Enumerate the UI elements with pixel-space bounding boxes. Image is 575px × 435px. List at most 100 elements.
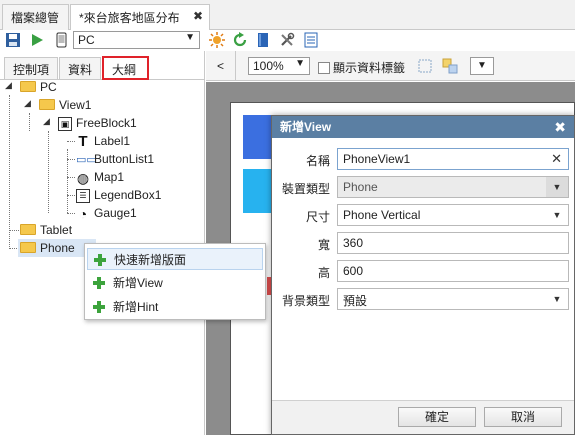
tree-node-freeblock1[interactable]: ▣ FreeBlock1 <box>58 114 137 132</box>
tools-icon[interactable] <box>279 32 295 48</box>
width-input[interactable]: 360 <box>337 232 569 254</box>
tree-node-label: PC <box>40 80 57 94</box>
tree-node-label: LegendBox1 <box>94 188 162 202</box>
plus-icon <box>94 254 106 266</box>
height-value: 600 <box>343 264 364 278</box>
chevron-left-icon: < <box>216 59 224 73</box>
document-tab-bar: 檔案總管 *來台旅客地區分布 ✖ <box>0 0 575 31</box>
height-input[interactable]: 600 <box>337 260 569 282</box>
tree-node-pc[interactable]: PC <box>20 78 57 96</box>
close-icon[interactable]: ✖ <box>554 116 566 138</box>
clear-icon[interactable]: ✕ <box>551 151 562 167</box>
plus-icon <box>93 277 105 289</box>
tree-node-map1[interactable]: ◍ Map1 <box>76 168 124 186</box>
device-select[interactable]: PC ▼ <box>73 31 200 49</box>
tree-node-tablet[interactable]: Tablet <box>20 221 72 239</box>
tab-visitor-map[interactable]: *來台旅客地區分布 ✖ <box>70 4 210 31</box>
tree-node-label1[interactable]: T Label1 <box>76 132 130 150</box>
tree-node-label: Phone <box>40 241 75 255</box>
close-icon[interactable]: ✖ <box>193 9 203 23</box>
size-value: Phone Vertical <box>343 208 421 222</box>
width-value: 360 <box>343 236 364 250</box>
ok-button-label: 確定 <box>424 410 449 424</box>
plus-icon <box>93 301 105 313</box>
zoom-select[interactable]: 100% ▼ <box>248 57 310 75</box>
menu-item-add-view[interactable]: 新增View <box>87 272 263 294</box>
tree-node-label: View1 <box>59 98 92 112</box>
tree-node-buttonlist1[interactable]: ▭▭ButtonList1 <box>76 150 154 168</box>
tab-controls[interactable]: 控制項 <box>4 57 58 79</box>
tree-node-label: Label1 <box>94 134 131 148</box>
name-input[interactable]: PhoneView1 ✕ <box>337 148 569 170</box>
menu-item-label: 快速新增版面 <box>114 253 187 267</box>
device-type-label: 裝置類型 <box>281 182 330 196</box>
align-icon[interactable] <box>442 58 458 74</box>
main-toolbar: PC ▼ <box>0 30 575 51</box>
device-type-select: Phone ▼ <box>337 176 569 198</box>
chevron-down-icon[interactable]: ▼ <box>546 289 568 309</box>
ok-button[interactable]: 確定 <box>398 407 476 427</box>
folder-icon <box>20 242 36 254</box>
chevron-down-icon: ▼ <box>546 177 568 197</box>
size-label: 尺寸 <box>305 210 330 224</box>
tree-connector <box>67 141 75 142</box>
chevron-down-icon[interactable]: ▼ <box>546 205 568 225</box>
name-label: 名稱 <box>305 154 330 168</box>
background-type-value: 預設 <box>343 294 368 308</box>
preview-block <box>243 115 273 159</box>
height-label: 高 <box>317 266 330 280</box>
menu-item-quick-add-layout[interactable]: 快速新增版面 <box>87 248 263 270</box>
tree-node-legendbox1[interactable]: ☰ LegendBox1 <box>76 186 161 204</box>
grid-icon[interactable] <box>418 59 432 73</box>
background-type-select[interactable]: 預設 ▼ <box>337 288 569 310</box>
size-select[interactable]: Phone Vertical ▼ <box>337 204 569 226</box>
collapse-panel-button[interactable]: < <box>206 51 236 81</box>
tree-connector <box>29 113 30 131</box>
tab-data[interactable]: 資料 <box>59 57 101 79</box>
tree-node-label: ButtonList1 <box>94 152 155 166</box>
collapse-toggle-icon[interactable]: ◢ <box>43 116 50 127</box>
show-data-labels-checkbox[interactable]: 顯示資料標籤 <box>318 59 405 76</box>
phone-icon[interactable] <box>53 32 69 48</box>
tree-node-view1[interactable]: View1 <box>39 96 91 114</box>
menu-item-add-hint[interactable]: 新增Hint <box>87 296 263 318</box>
tree-node-gauge1[interactable]: ◔ Gauge1 <box>76 204 137 222</box>
button-list-icon: ▭▭ <box>76 153 97 166</box>
collapse-toggle-icon[interactable]: ◢ <box>24 98 31 109</box>
save-icon[interactable] <box>5 32 21 48</box>
show-data-labels-label: 顯示資料標籤 <box>333 61 406 75</box>
collapse-toggle-icon[interactable]: ◢ <box>5 80 12 91</box>
tab-outline-label: 大綱 <box>112 63 137 77</box>
globe-icon: ◍ <box>76 169 90 186</box>
preview-block <box>243 169 273 213</box>
gauge-icon: ◔ <box>78 205 88 222</box>
refresh-icon[interactable] <box>232 32 248 48</box>
width-label: 寬 <box>317 238 330 252</box>
folder-icon <box>20 224 36 236</box>
tree-connector <box>48 131 49 213</box>
checkbox-box[interactable] <box>318 61 330 74</box>
book-icon[interactable] <box>255 32 271 48</box>
folder-icon <box>39 99 55 111</box>
settings-sun-icon[interactable] <box>209 32 225 48</box>
list-icon[interactable] <box>303 32 319 48</box>
tree-connector <box>67 177 75 178</box>
menu-item-label: 新增Hint <box>113 300 159 314</box>
tree-connector <box>67 195 75 196</box>
folder-icon <box>20 81 36 93</box>
add-view-dialog: 新增View ✖ 名稱 PhoneView1 ✕ 裝置類型 Phone ▼ 尺寸… <box>271 115 575 435</box>
text-label-icon: T <box>78 132 88 150</box>
zoom-select-value: 100% <box>253 59 284 73</box>
freeblock-icon: ▣ <box>58 116 72 131</box>
context-menu: 快速新增版面 新增View 新增Hint <box>84 243 266 320</box>
cancel-button[interactable]: 取消 <box>484 407 562 427</box>
dialog-footer: 確定 取消 <box>272 400 574 434</box>
device-type-value: Phone <box>343 180 378 194</box>
run-icon[interactable] <box>29 32 45 48</box>
tree-connector <box>9 95 10 249</box>
dialog-title-bar[interactable]: 新增View ✖ <box>272 116 574 138</box>
tab-outline[interactable]: 大綱 <box>102 56 149 80</box>
chevron-down-icon: ▼ <box>295 58 305 69</box>
options-dropdown-button[interactable]: ▼ <box>470 57 494 75</box>
tab-file-explorer[interactable]: 檔案總管 <box>2 4 69 30</box>
